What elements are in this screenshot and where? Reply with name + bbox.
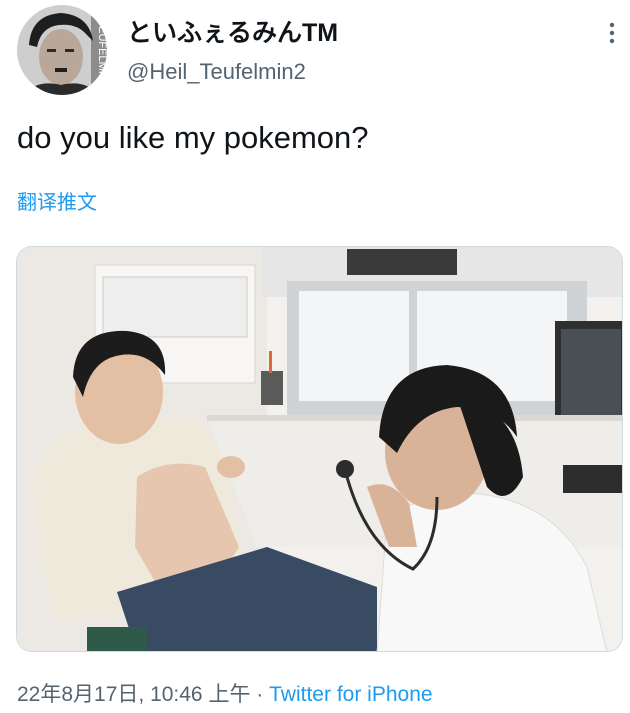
tweet: EUFELMI といふぇるみんTM @Heil_Teufelmin2 do yo… — [0, 0, 630, 713]
tweet-meta: 22年8月17日, 10:46 上午 · Twitter for iPhone — [17, 678, 433, 708]
tweet-timestamp[interactable]: 22年8月17日, 10:46 上午 — [17, 683, 250, 706]
avatar-overlay-text: EUFELMI — [96, 26, 107, 74]
more-vertical-icon — [609, 22, 615, 44]
media-photo — [17, 247, 622, 651]
tweet-text: do you like my pokemon? — [17, 120, 369, 155]
author-display-name[interactable]: といふぇるみんTM — [127, 13, 338, 49]
translate-tweet-link[interactable]: 翻译推文 — [17, 186, 97, 215]
tweet-media-image[interactable] — [16, 246, 623, 652]
meta-separator: · — [256, 683, 264, 706]
more-options-button[interactable] — [600, 20, 624, 46]
tweet-source-link[interactable]: Twitter for iPhone — [269, 683, 432, 706]
avatar[interactable]: EUFELMI — [17, 5, 107, 95]
author-handle[interactable]: @Heil_Teufelmin2 — [127, 59, 306, 85]
avatar-photo: EUFELMI — [17, 5, 107, 95]
